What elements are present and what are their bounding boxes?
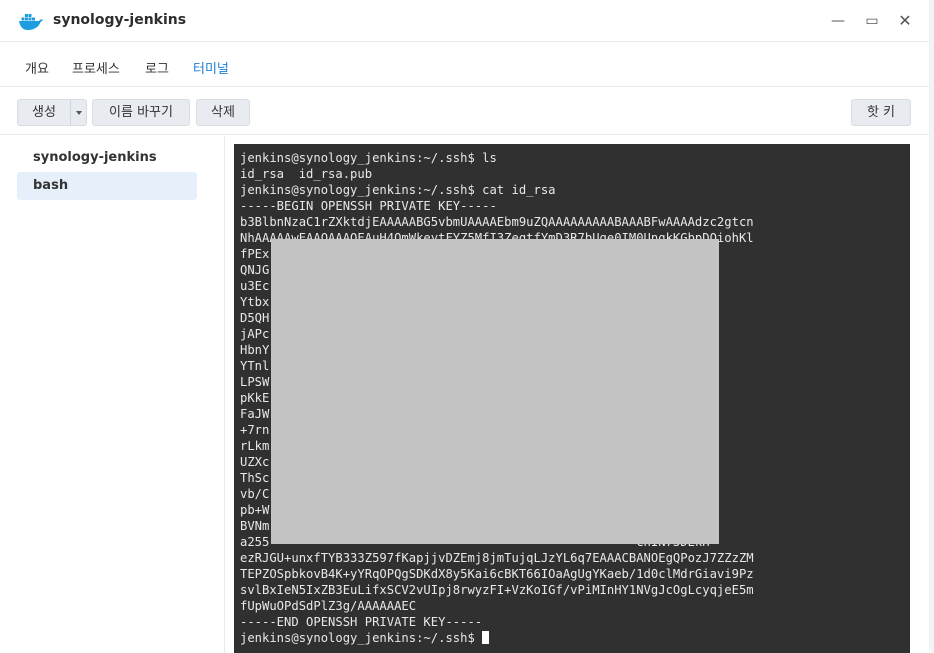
hotkey-button[interactable]: 핫 키 bbox=[851, 99, 911, 126]
toolbar: 생성 이름 바꾸기 삭제 핫 키 bbox=[0, 88, 934, 135]
terminal-line: jenkins@synology_jenkins:~/.ssh$ bbox=[240, 630, 754, 646]
terminal-line: ezRJGU+unxfTYB333Z597fKapjjvDZEmj8jmTujq… bbox=[240, 551, 754, 565]
docker-whale-icon bbox=[19, 14, 43, 30]
terminal-line: fUpWuOPdSdPlZ3g/AAAAAAEC bbox=[240, 599, 417, 613]
terminal-line: -----END OPENSSH PRIVATE KEY----- bbox=[240, 615, 483, 629]
terminal-line: svlBxIeN5IxZB3EuLifxSCV2vUIpj8rwyzFI+VzK… bbox=[240, 583, 754, 597]
sidebar-item-container[interactable]: synology-jenkins bbox=[17, 144, 197, 172]
session-sidebar: synology-jenkins bash bbox=[0, 136, 225, 653]
terminal-line: jenkins@synology_jenkins:~/.ssh$ ls bbox=[240, 151, 497, 165]
terminal-line: -----BEGIN OPENSSH PRIVATE KEY----- bbox=[240, 199, 497, 213]
redaction-overlay bbox=[271, 239, 719, 544]
minimize-button[interactable]: — bbox=[829, 12, 847, 30]
create-button[interactable]: 생성 bbox=[17, 99, 70, 126]
title-bar: synology-jenkins — ▭ ✕ bbox=[0, 0, 934, 42]
caret-down-icon bbox=[75, 110, 82, 115]
terminal-cursor bbox=[482, 631, 490, 644]
terminal-line: jenkins@synology_jenkins:~/.ssh$ cat id_… bbox=[240, 183, 556, 197]
tab-log[interactable]: 로그 bbox=[145, 58, 169, 77]
terminal-line: b3BlbnNzaC1rZXktdjEAAAAABG5vbmUAAAAEbm9u… bbox=[240, 215, 754, 229]
sidebar-item-bash[interactable]: bash bbox=[17, 172, 197, 200]
delete-button[interactable]: 삭제 bbox=[196, 99, 250, 126]
terminal-line: id_rsa id_rsa.pub bbox=[240, 167, 373, 181]
tab-bar: 개요 프로세스 로그 터미널 bbox=[0, 42, 934, 87]
create-dropdown-button[interactable] bbox=[70, 99, 87, 126]
terminal-line: TEPZOSpbkovB4K+yYRqOPQgSDKdX8y5Kai6cBKT6… bbox=[240, 567, 754, 581]
rename-button[interactable]: 이름 바꾸기 bbox=[92, 99, 190, 126]
tab-terminal[interactable]: 터미널 bbox=[193, 58, 229, 77]
terminal-output[interactable]: jenkins@synology_jenkins:~/.ssh$ ls id_rs… bbox=[234, 144, 910, 653]
window-title: synology-jenkins bbox=[53, 12, 187, 28]
tab-overview[interactable]: 개요 bbox=[25, 58, 49, 77]
maximize-button[interactable]: ▭ bbox=[863, 12, 881, 30]
window-edge bbox=[929, 0, 934, 653]
tab-process[interactable]: 프로세스 bbox=[72, 58, 120, 77]
close-button[interactable]: ✕ bbox=[896, 12, 914, 30]
